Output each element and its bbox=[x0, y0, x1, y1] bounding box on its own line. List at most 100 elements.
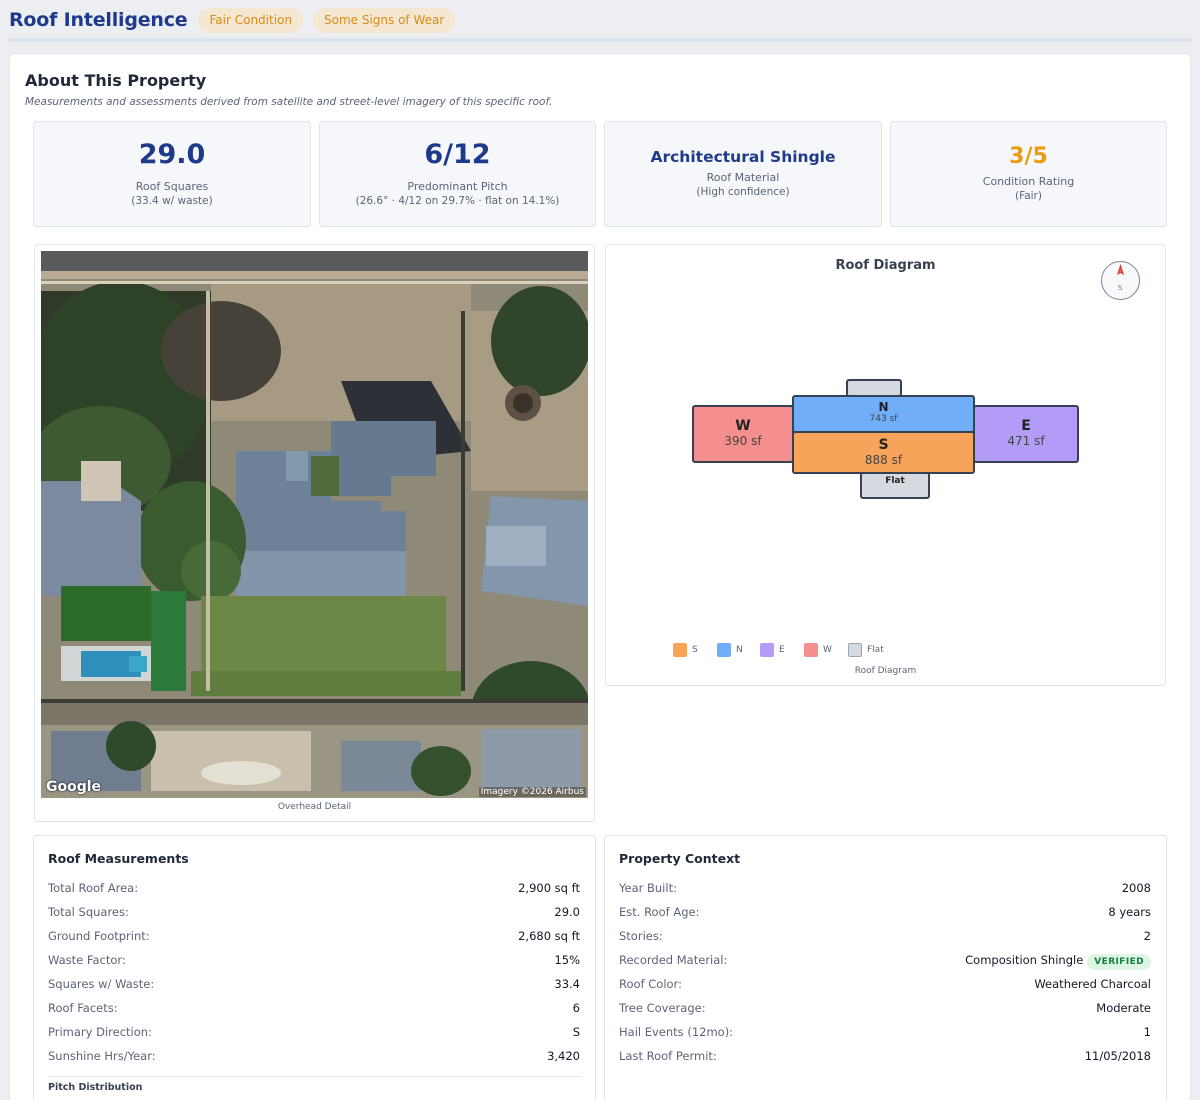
row-value-text: 2,900 sq ft bbox=[518, 881, 580, 895]
row-value-text: 33.4 bbox=[554, 977, 580, 991]
context-row: Year Built: 2008 bbox=[619, 881, 1151, 897]
stat-value: 3/5 bbox=[1009, 144, 1048, 169]
row-value: 15% bbox=[554, 953, 580, 969]
row-value: 2008 bbox=[1122, 881, 1151, 897]
condition-badge: Fair Condition bbox=[198, 7, 303, 33]
pitch-divider bbox=[48, 1076, 581, 1077]
row-value-text: 8 years bbox=[1108, 905, 1151, 919]
stat-card-condition: 3/5 Condition Rating (Fair) bbox=[890, 121, 1167, 227]
row-value: Moderate bbox=[1096, 1001, 1151, 1017]
row-value: 1 bbox=[1144, 1025, 1151, 1041]
row-value: 11/05/2018 bbox=[1085, 1049, 1151, 1065]
context-row: Hail Events (12mo): 1 bbox=[619, 1025, 1151, 1041]
legend-item-flat: Flat bbox=[848, 643, 884, 657]
measurements-row: Total Roof Area: 2,900 sq ft bbox=[48, 881, 580, 897]
legend-label: Flat bbox=[867, 645, 884, 655]
measurements-row: Sunshine Hrs/Year: 3,420 bbox=[48, 1049, 580, 1065]
measurements-row: Roof Facets: 6 bbox=[48, 1001, 580, 1017]
row-value-text: Moderate bbox=[1096, 1001, 1151, 1015]
row-value: Composition Shingle VERIFIED bbox=[965, 953, 1151, 970]
row-value-text: 2008 bbox=[1121, 881, 1151, 895]
pitch-distribution-title: Pitch Distribution bbox=[48, 1082, 143, 1093]
measurements-row: Primary Direction: S bbox=[48, 1025, 580, 1041]
row-value-text: 15% bbox=[554, 953, 580, 967]
facet-flat[interactable]: Flat bbox=[860, 472, 930, 499]
legend-swatch bbox=[804, 643, 818, 657]
top-bar: Roof Intelligence Fair Condition Some Si… bbox=[0, 0, 1200, 40]
row-value-text: 3,420 bbox=[547, 1049, 580, 1063]
compass-icon: S bbox=[1101, 261, 1140, 300]
row-value: Weathered Charcoal bbox=[1034, 977, 1151, 993]
measurements-row: Squares w/ Waste: 33.4 bbox=[48, 977, 580, 993]
context-title: Property Context bbox=[619, 851, 741, 866]
row-value-text: 2 bbox=[1143, 929, 1151, 943]
context-row: Tree Coverage: Moderate bbox=[619, 1001, 1151, 1017]
legend-label: N bbox=[736, 645, 743, 655]
overhead-caption: Overhead Detail bbox=[277, 802, 352, 812]
context-row: Roof Color: Weathered Charcoal bbox=[619, 977, 1151, 993]
row-label: Total Roof Area: bbox=[48, 881, 139, 895]
wear-badge: Some Signs of Wear bbox=[312, 7, 456, 33]
legend-item-n: N bbox=[717, 643, 743, 657]
context-row: Recorded Material: Composition Shingle VER… bbox=[619, 953, 1151, 970]
row-label: Year Built: bbox=[619, 881, 677, 895]
stat-label: Predominant Pitch bbox=[407, 180, 508, 193]
stat-card-squares: 29.0 Roof Squares (33.4 w/ waste) bbox=[33, 121, 311, 227]
row-value-text: 2,680 sq ft bbox=[518, 929, 580, 943]
row-label: Sunshine Hrs/Year: bbox=[48, 1049, 156, 1063]
facet-south-area: 888 sf bbox=[864, 453, 903, 467]
legend-swatch bbox=[848, 643, 862, 657]
measurements-row: Total Squares: 29.0 bbox=[48, 905, 580, 921]
row-value-text: Composition Shingle bbox=[965, 953, 1084, 967]
diagram-title: Roof Diagram bbox=[835, 258, 936, 273]
row-value-text: 6 bbox=[572, 1001, 580, 1015]
facet-east[interactable]: E 471 sf bbox=[973, 405, 1079, 463]
row-label: Last Roof Permit: bbox=[619, 1049, 717, 1063]
verified-badge: VERIFIED bbox=[1087, 954, 1151, 970]
stat-sub: (33.4 w/ waste) bbox=[131, 195, 213, 207]
row-label: Ground Footprint: bbox=[48, 929, 150, 943]
row-value-text: Weathered Charcoal bbox=[1034, 977, 1151, 991]
satellite-image bbox=[41, 251, 588, 798]
legend-label: S bbox=[692, 645, 698, 655]
stat-sub: (Fair) bbox=[1015, 190, 1042, 202]
row-value: 2,680 sq ft bbox=[518, 929, 580, 945]
facet-east-label: E bbox=[1021, 418, 1031, 434]
header-divider bbox=[8, 38, 1192, 42]
stat-value: 6/12 bbox=[424, 139, 491, 170]
measurements-row: Ground Footprint: 2,680 sq ft bbox=[48, 929, 580, 945]
facet-west-area: 390 sf bbox=[724, 434, 762, 448]
google-logo: Google bbox=[46, 779, 102, 795]
row-label: Est. Roof Age: bbox=[619, 905, 700, 919]
row-value: 2 bbox=[1144, 929, 1151, 945]
row-label: Hail Events (12mo): bbox=[619, 1025, 734, 1039]
row-label: Tree Coverage: bbox=[619, 1001, 706, 1015]
row-value: 3,420 bbox=[547, 1049, 580, 1065]
section-title: About This Property bbox=[25, 71, 207, 90]
overhead-image[interactable]: Google Imagery ©2026 Airbus bbox=[41, 251, 588, 798]
row-value-text: S bbox=[572, 1025, 580, 1039]
legend-item-s: S bbox=[673, 643, 698, 657]
measurements-row: Waste Factor: 15% bbox=[48, 953, 580, 969]
row-label: Roof Color: bbox=[619, 977, 682, 991]
stat-label: Roof Squares bbox=[135, 180, 209, 193]
stat-label: Roof Material bbox=[706, 171, 780, 184]
row-value-text: 29.0 bbox=[554, 905, 580, 919]
legend-swatch bbox=[760, 643, 774, 657]
row-value: 6 bbox=[573, 1001, 580, 1017]
legend-item-w: W bbox=[804, 643, 832, 657]
facet-south[interactable]: S 888 sf bbox=[792, 431, 975, 474]
legend-swatch bbox=[717, 643, 731, 657]
row-value-text: 11/05/2018 bbox=[1084, 1049, 1151, 1063]
facet-west[interactable]: W 390 sf bbox=[692, 405, 794, 463]
app-title: Roof Intelligence bbox=[9, 9, 188, 31]
row-value-text: 1 bbox=[1143, 1025, 1151, 1039]
facet-north-label: N bbox=[878, 400, 889, 414]
row-value: 33.4 bbox=[554, 977, 580, 993]
diagram-caption: Roof Diagram bbox=[854, 666, 917, 676]
context-row: Est. Roof Age: 8 years bbox=[619, 905, 1151, 921]
facet-flat-label: Flat bbox=[885, 476, 905, 486]
row-label: Recorded Material: bbox=[619, 953, 728, 967]
facet-south-label: S bbox=[878, 437, 889, 453]
facet-north[interactable]: N 743 sf bbox=[792, 395, 975, 433]
